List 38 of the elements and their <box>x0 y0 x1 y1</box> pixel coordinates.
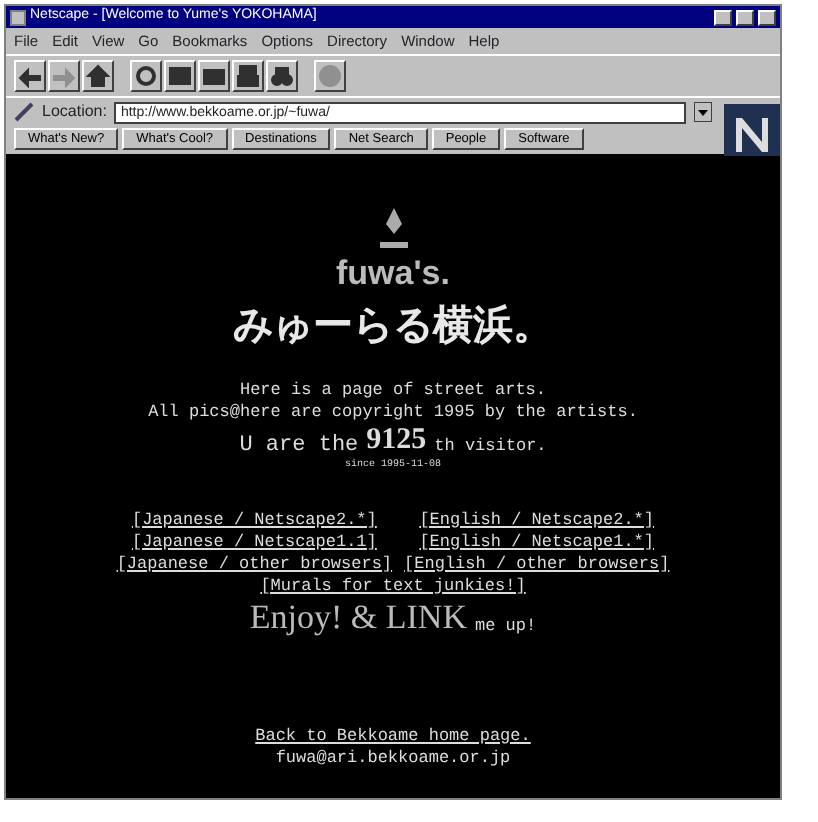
images-button[interactable] <box>164 60 196 93</box>
visitor-text: U are the <box>239 436 359 459</box>
enjoy-text: Enjoy! & LINK <box>249 597 467 638</box>
close-button[interactable] <box>758 9 776 25</box>
visitor-text: th visitor. <box>434 436 547 459</box>
forward-arrow-icon <box>52 64 76 89</box>
site-logo-text: fuwa's. <box>336 254 450 295</box>
browser-link[interactable]: [English / other browsers] <box>404 553 670 576</box>
back-button[interactable] <box>14 60 46 93</box>
print-button[interactable] <box>232 60 264 93</box>
maximize-button[interactable] <box>736 9 754 25</box>
enjoy-text: me up! <box>474 615 537 638</box>
home-button[interactable] <box>82 60 114 93</box>
open-button[interactable] <box>198 60 230 93</box>
visitor-count: 9125 <box>366 424 427 458</box>
stop-icon <box>318 64 342 89</box>
house-icon <box>86 64 110 89</box>
netscape-logo <box>724 104 780 156</box>
page-headline: みゅーらる横浜。 <box>233 298 553 353</box>
home-page-link[interactable]: Back to Bekkoame home page. <box>255 725 531 748</box>
location-label: Location: <box>42 100 107 125</box>
copyright-text: All pics@here are copyright 1995 by the artists. <box>148 402 638 425</box>
text-only-link[interactable]: [Murals for text junkies!] <box>260 575 526 598</box>
email-text: fuwa@ari.bekkoame.or.jp <box>275 747 511 770</box>
binoculars-icon <box>270 64 294 89</box>
browser-link[interactable]: [Japanese / other browsers] <box>116 553 393 576</box>
minimize-button[interactable] <box>714 9 732 25</box>
find-button[interactable] <box>266 60 298 93</box>
reload-icon <box>134 64 158 89</box>
back-arrow-icon <box>18 64 42 89</box>
browser-link[interactable]: [Japanese / Netscape1.1] <box>116 531 393 554</box>
dropdown-icon[interactable] <box>694 102 712 123</box>
intro-text: Here is a page of street arts. <box>239 380 547 403</box>
browser-link[interactable]: [English / Netscape1.*] <box>404 531 670 554</box>
app-icon <box>10 9 26 25</box>
reload-button[interactable] <box>130 60 162 93</box>
browser-link[interactable]: [English / Netscape2.*] <box>404 509 670 532</box>
browser-link[interactable]: [Japanese / Netscape2.*] <box>116 509 393 532</box>
